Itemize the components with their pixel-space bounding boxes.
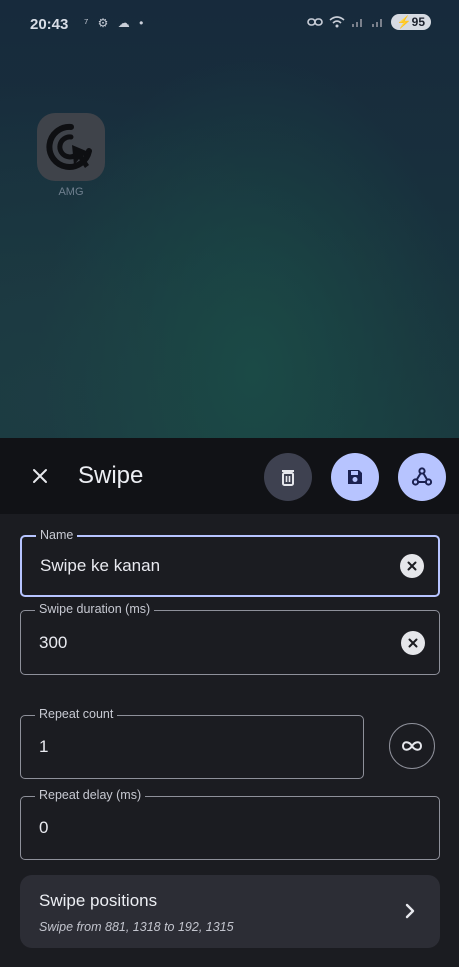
status-right-icons: ⚡95 bbox=[306, 14, 431, 30]
repeat-delay-label: Repeat delay (ms) bbox=[35, 788, 146, 802]
infinite-repeat-button[interactable] bbox=[389, 723, 435, 769]
save-icon bbox=[348, 470, 362, 484]
swipe-positions-card[interactable]: Swipe positions Swipe from 881, 1318 to … bbox=[20, 875, 440, 948]
signal-icon bbox=[351, 19, 362, 27]
name-field[interactable]: Name Swipe ke kanan bbox=[20, 528, 440, 597]
app-label: AMG bbox=[58, 186, 84, 198]
swipe-duration-field[interactable]: Swipe duration (ms) 300 bbox=[20, 602, 440, 675]
duration-field-label: Swipe duration (ms) bbox=[35, 602, 155, 616]
name-field-value: Swipe ke kanan bbox=[40, 556, 161, 575]
webhook-button[interactable] bbox=[398, 453, 446, 501]
wifi-icon bbox=[329, 16, 345, 28]
trash-icon bbox=[282, 470, 294, 486]
clear-circle-icon bbox=[408, 638, 418, 647]
clear-name-icon[interactable] bbox=[400, 554, 424, 578]
battery-indicator: ⚡95 bbox=[390, 14, 431, 30]
status-bar: 20:43 ⁷ ⚙ ☁ • ⚡95 bbox=[0, 0, 459, 48]
close-button[interactable] bbox=[26, 462, 54, 490]
clear-duration-icon[interactable] bbox=[401, 630, 425, 655]
delete-button[interactable] bbox=[264, 453, 312, 501]
notification-icons: ⁷ ⚙ ☁ • bbox=[84, 16, 147, 30]
swipe-positions-summary: Swipe from 881, 1318 to 192, 1315 bbox=[39, 920, 234, 934]
page-title: Swipe bbox=[78, 462, 144, 489]
close-icon bbox=[33, 469, 47, 483]
infinity-icon bbox=[401, 741, 423, 751]
link-icon bbox=[306, 18, 323, 26]
repeat-count-label: Repeat count bbox=[35, 707, 118, 721]
status-time: 20:43 bbox=[30, 16, 69, 33]
signal-2-icon bbox=[371, 19, 382, 27]
repeat-delay-field[interactable]: Repeat delay (ms) 0 bbox=[20, 788, 440, 860]
battery-level: 95 bbox=[411, 15, 425, 29]
save-button[interactable] bbox=[331, 453, 379, 501]
home-wallpaper bbox=[0, 0, 459, 438]
duration-field-value: 300 bbox=[39, 632, 68, 652]
chevron-right-icon bbox=[405, 903, 415, 919]
webhook-icon bbox=[411, 467, 433, 486]
repeat-delay-value: 0 bbox=[39, 818, 49, 837]
editor-toolbar: Swipe bbox=[0, 438, 459, 514]
swipe-positions-title: Swipe positions bbox=[39, 891, 158, 910]
cursor-target-icon bbox=[46, 123, 92, 170]
clear-circle-icon bbox=[407, 561, 417, 571]
name-field-label: Name bbox=[36, 528, 78, 542]
repeat-count-value: 1 bbox=[39, 737, 49, 756]
amg-app-icon[interactable] bbox=[37, 113, 105, 181]
repeat-count-field[interactable]: Repeat count 1 bbox=[20, 707, 364, 779]
